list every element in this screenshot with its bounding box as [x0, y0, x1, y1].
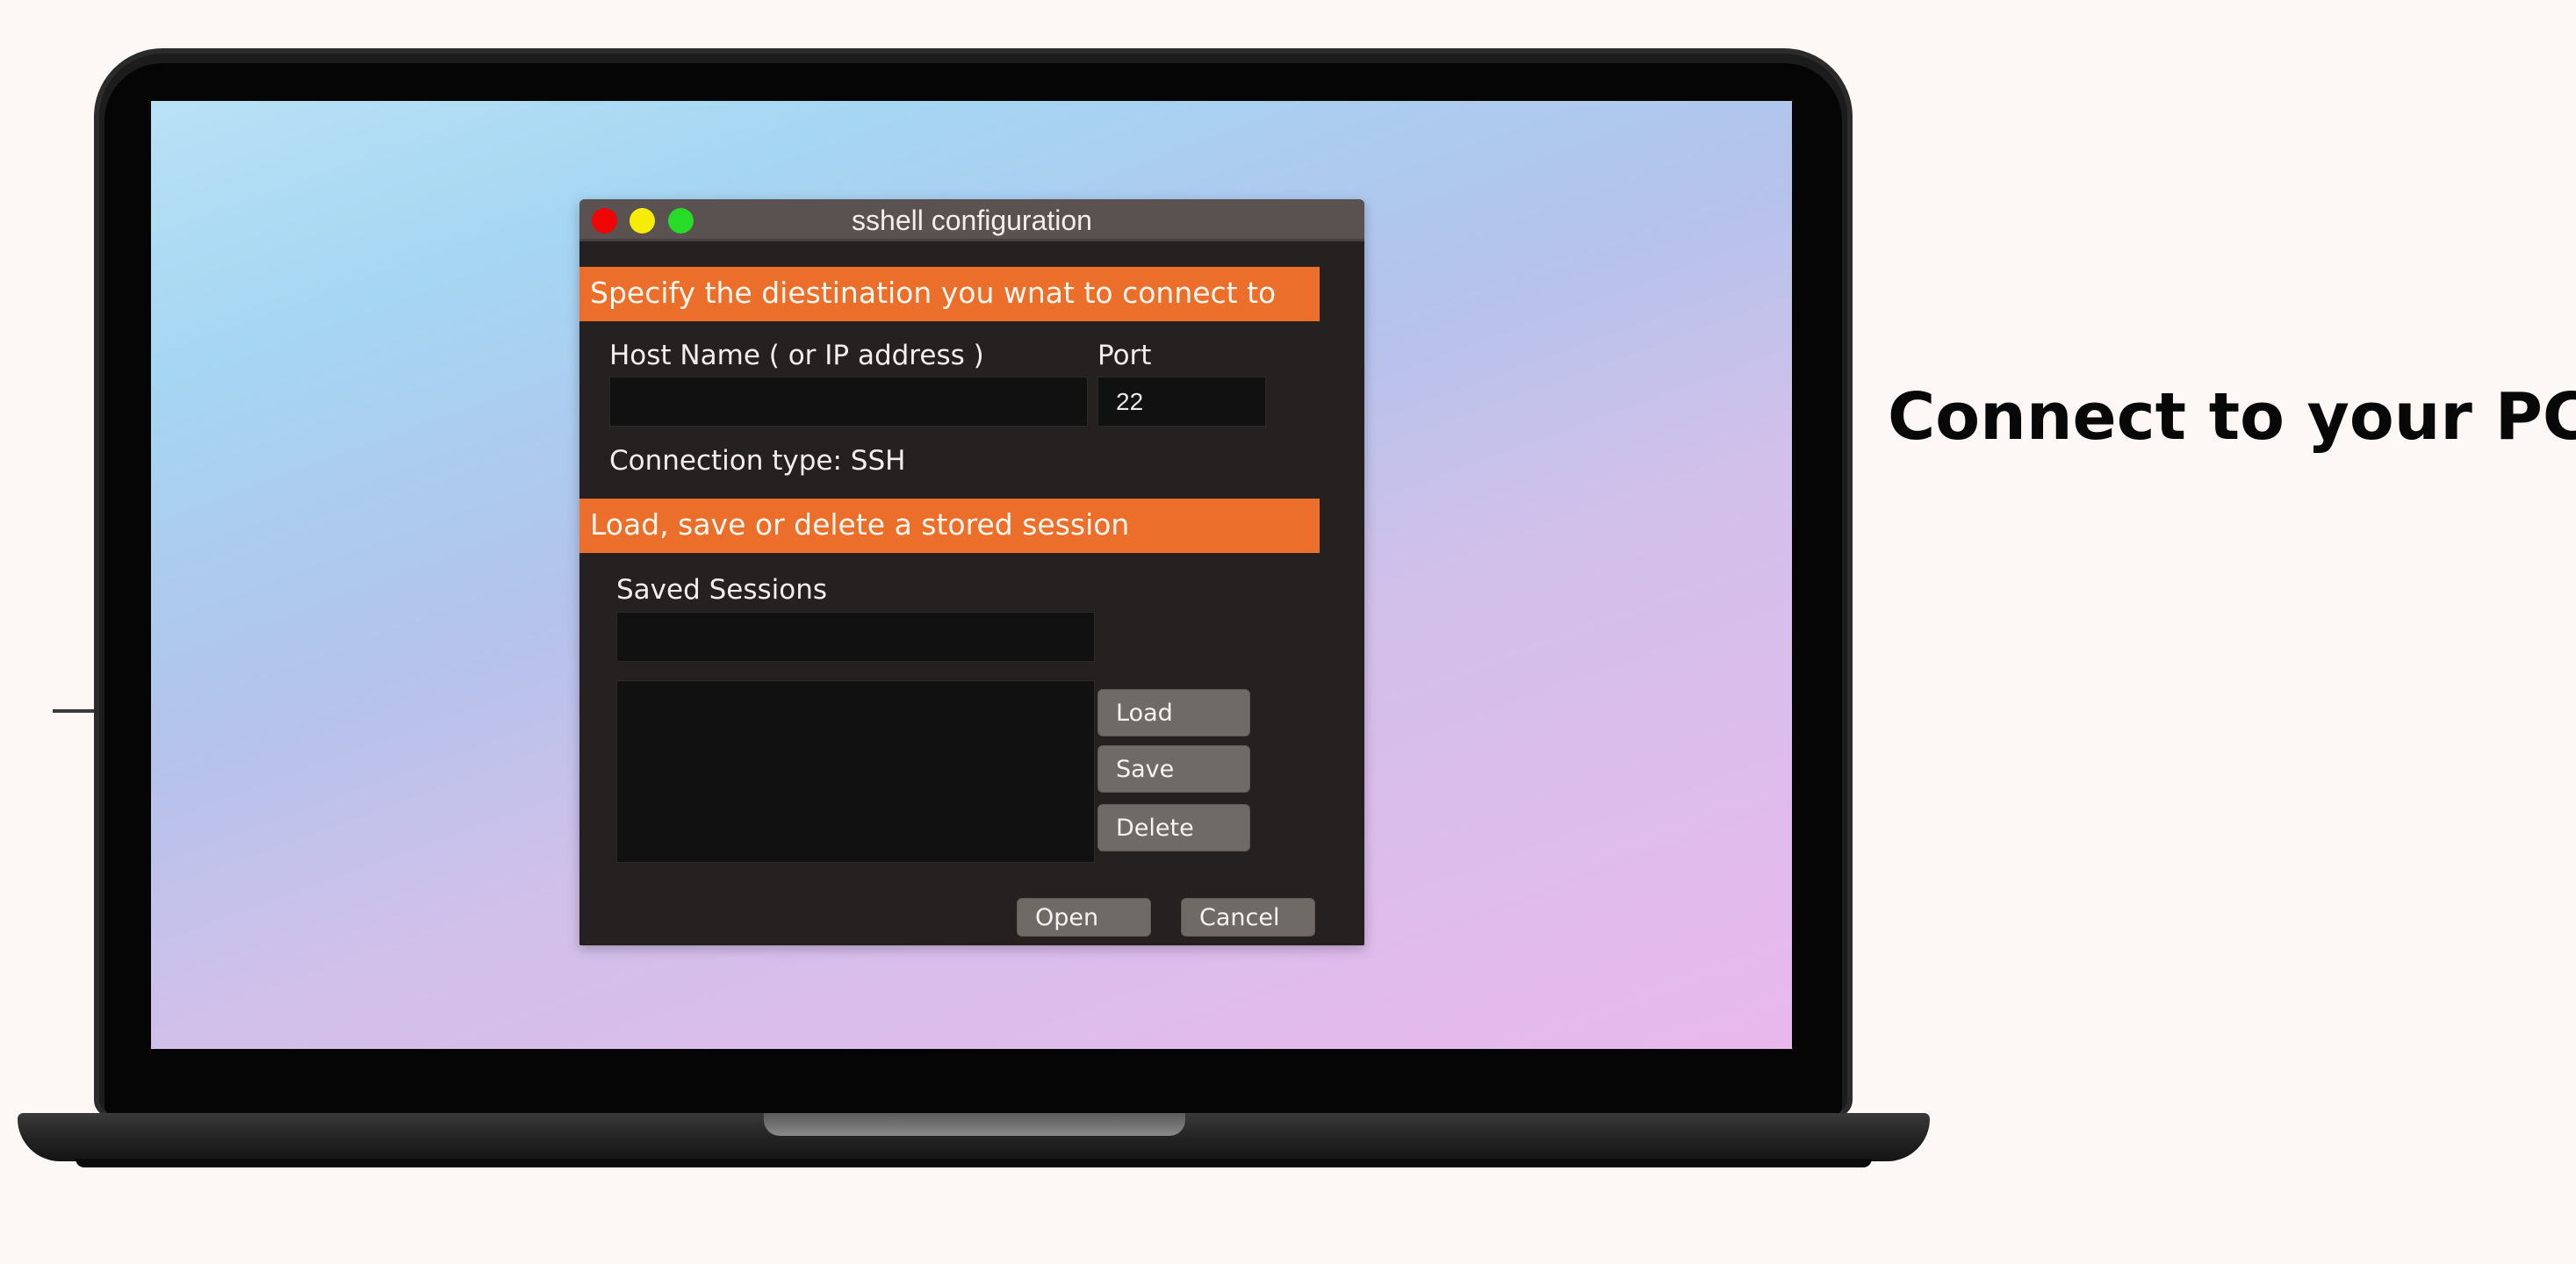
- save-button[interactable]: Save: [1097, 745, 1250, 793]
- sessions-section-header: Load, save or delete a stored session: [579, 499, 1320, 553]
- promo-headline: Connect to your PC: [1888, 379, 2576, 455]
- port-input[interactable]: [1097, 377, 1266, 427]
- load-button[interactable]: Load: [1097, 689, 1250, 736]
- saved-sessions-list[interactable]: [616, 680, 1095, 863]
- session-name-input[interactable]: [616, 612, 1095, 662]
- promo-canvas: sshell configuration Specify the diestin…: [0, 0, 2576, 1264]
- laptop-edge-detail: [53, 709, 95, 713]
- laptop-foot: [76, 1159, 1872, 1167]
- port-label: Port: [1097, 340, 1152, 371]
- delete-button[interactable]: Delete: [1097, 804, 1250, 851]
- open-button[interactable]: Open: [1017, 898, 1151, 937]
- saved-sessions-label: Saved Sessions: [616, 574, 828, 606]
- desktop-screen: sshell configuration Specify the diestin…: [151, 101, 1792, 1049]
- destination-section-header: Specify the diestination you wnat to con…: [579, 267, 1320, 321]
- connection-type-text: Connection type: SSH: [609, 445, 906, 477]
- title-bar[interactable]: sshell configuration: [579, 199, 1364, 241]
- cancel-button[interactable]: Cancel: [1181, 898, 1315, 937]
- host-name-input[interactable]: [609, 377, 1088, 427]
- window-title: sshell configuration: [852, 205, 1092, 236]
- host-name-label: Host Name ( or IP address ): [609, 340, 984, 371]
- config-dialog: sshell configuration Specify the diestin…: [579, 199, 1364, 945]
- laptop-notch: [764, 1113, 1185, 1136]
